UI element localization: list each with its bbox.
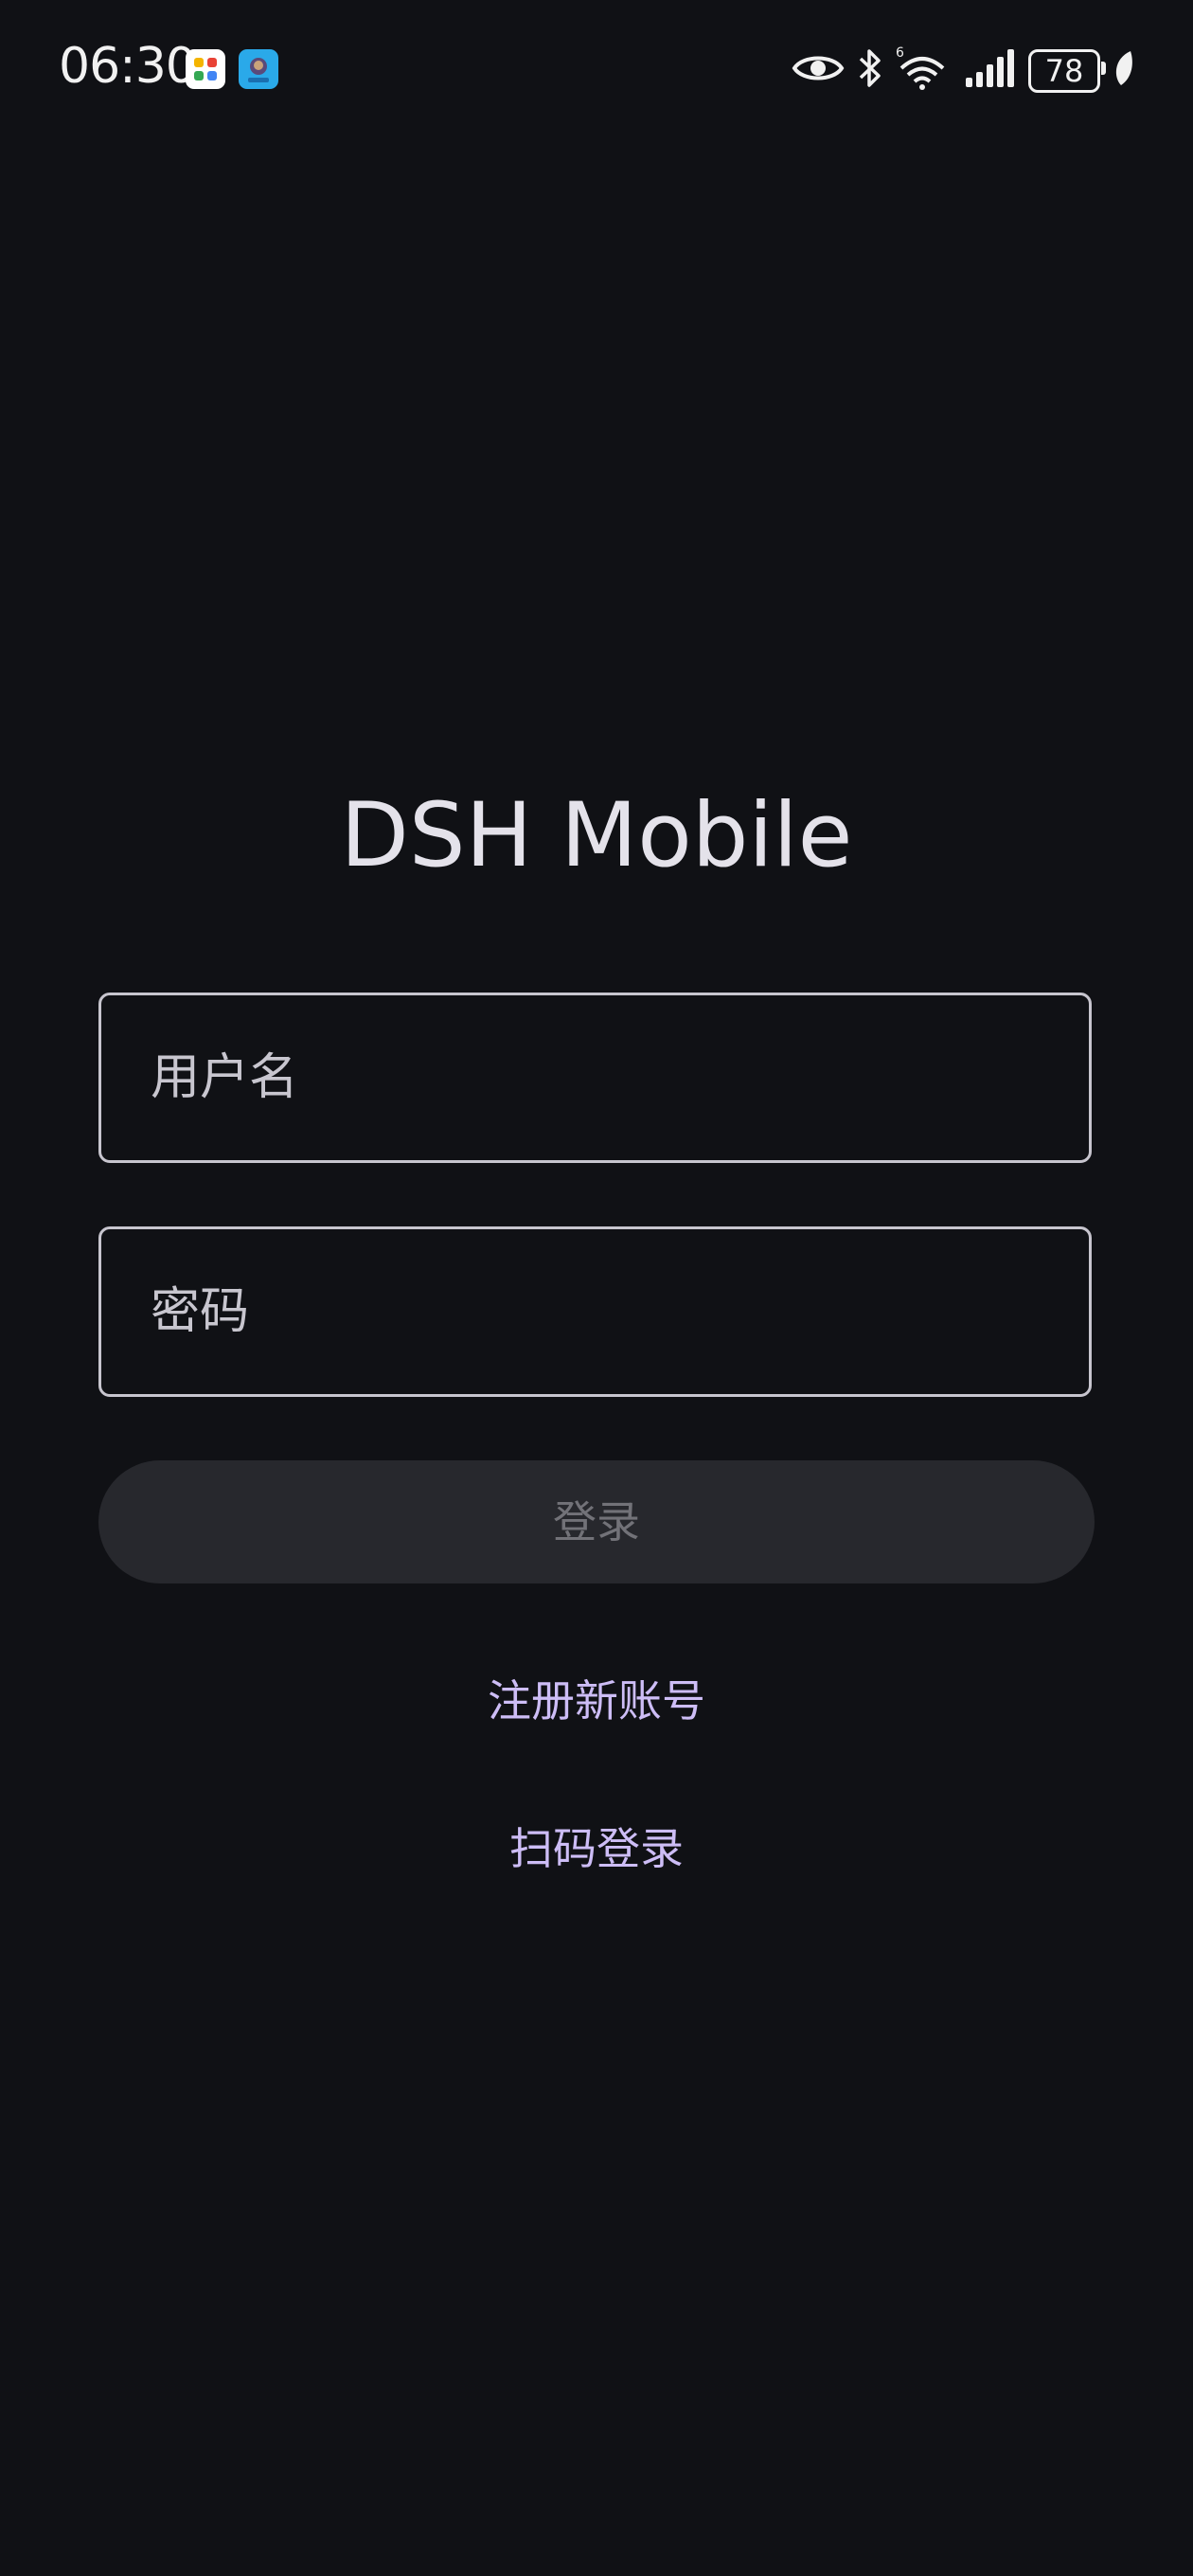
app-title: DSH Mobile bbox=[340, 784, 853, 887]
register-link[interactable]: 注册新账号 bbox=[488, 1675, 705, 1726]
bluetooth-icon bbox=[859, 49, 881, 87]
app-avatar-icon bbox=[239, 49, 278, 89]
wifi-6-icon: 6 bbox=[896, 45, 945, 90]
password-field-container bbox=[98, 1226, 1092, 1397]
status-time: 06:30 bbox=[59, 38, 197, 95]
cellular-signal-icon bbox=[966, 49, 1014, 87]
password-input[interactable] bbox=[101, 1229, 1089, 1394]
leaf-icon bbox=[1115, 51, 1132, 85]
scan-login-link-row: 扫码登录 bbox=[0, 1815, 1193, 1877]
eye-icon bbox=[792, 56, 845, 80]
svg-text:6: 6 bbox=[896, 45, 904, 61]
login-screen: 06:30 6 78 DSH Mobile 用户名 登录 注册新账号 扫码登录 bbox=[0, 0, 1193, 2576]
battery-tip bbox=[1101, 62, 1106, 75]
username-field-container bbox=[98, 993, 1092, 1163]
battery-icon: 78 bbox=[1028, 49, 1100, 93]
scan-login-link[interactable]: 扫码登录 bbox=[509, 1823, 684, 1874]
register-link-row: 注册新账号 bbox=[0, 1667, 1193, 1729]
login-button[interactable]: 登录 bbox=[98, 1460, 1095, 1583]
app-grid-icon bbox=[186, 49, 225, 89]
username-input[interactable] bbox=[101, 995, 1089, 1160]
status-bar: 06:30 6 78 bbox=[0, 0, 1193, 133]
